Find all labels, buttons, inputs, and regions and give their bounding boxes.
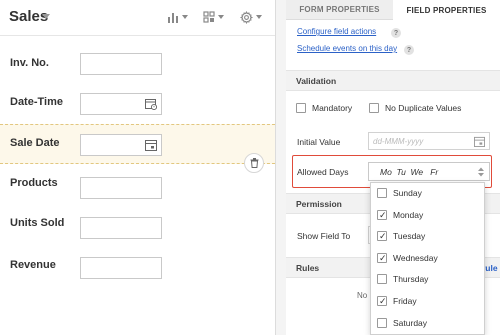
day-checkbox[interactable]: ✓ bbox=[377, 231, 387, 242]
mandatory-checkbox[interactable] bbox=[296, 103, 306, 113]
day-label: Friday bbox=[393, 296, 417, 306]
initial-value-input[interactable]: dd-MMM-yyyy bbox=[368, 132, 490, 150]
field-row-sale-date[interactable]: Sale Date bbox=[0, 124, 275, 164]
day-option-sunday[interactable]: Sunday bbox=[371, 183, 484, 204]
products-input[interactable] bbox=[80, 177, 162, 199]
panel-gutter[interactable] bbox=[276, 0, 286, 335]
inv-no-input[interactable] bbox=[80, 53, 162, 75]
field-label: Sale Date bbox=[10, 137, 60, 149]
units-sold-input[interactable] bbox=[80, 217, 162, 239]
calendar-clock-icon[interactable] bbox=[145, 98, 157, 110]
chevron-down-icon bbox=[256, 15, 262, 19]
initial-value-placeholder: dd-MMM-yyyy bbox=[373, 136, 424, 146]
initial-value-label: Initial Value bbox=[297, 137, 341, 147]
allowed-days-select[interactable]: Mo Tu We Fr bbox=[368, 162, 490, 181]
updown-arrows-icon bbox=[478, 167, 484, 177]
mandatory-label: Mandatory bbox=[312, 103, 353, 113]
day-label: Tuesday bbox=[393, 231, 426, 242]
revenue-input[interactable] bbox=[80, 257, 162, 279]
settings-menu-button[interactable] bbox=[240, 8, 262, 26]
form-canvas: Sales Inv. No. Date-Time Sale Date Produ… bbox=[0, 0, 275, 335]
calendar-icon[interactable] bbox=[474, 136, 485, 147]
no-duplicate-label: No Duplicate Values bbox=[385, 103, 462, 113]
checkmark-icon: ✓ bbox=[379, 231, 387, 242]
day-option-monday[interactable]: ✓ Monday bbox=[371, 205, 484, 226]
day-checkbox[interactable] bbox=[377, 274, 387, 285]
help-icon[interactable]: ? bbox=[404, 45, 414, 55]
chevron-down-icon[interactable] bbox=[42, 14, 50, 19]
form-header: Sales bbox=[0, 0, 275, 36]
field-label: Units Sold bbox=[10, 217, 65, 229]
chevron-down-icon bbox=[218, 15, 224, 19]
configure-field-actions-link[interactable]: Configure field actions bbox=[297, 27, 376, 36]
checkmark-icon: ✓ bbox=[379, 296, 387, 306]
day-checkbox[interactable]: ✓ bbox=[377, 296, 387, 306]
date-time-input[interactable] bbox=[80, 93, 162, 115]
field-label: Date-Time bbox=[10, 96, 63, 108]
day-label: Saturday bbox=[393, 317, 428, 328]
layout-icon bbox=[203, 11, 215, 23]
field-row-units-sold[interactable]: Units Sold bbox=[0, 206, 275, 246]
properties-tabs: FORM PROPERTIES FIELD PROPERTIES bbox=[286, 0, 500, 20]
allowed-days-label: Allowed Days bbox=[297, 167, 349, 177]
checkmark-icon: ✓ bbox=[379, 209, 387, 220]
field-row-date-time[interactable]: Date-Time bbox=[0, 84, 275, 124]
tab-form-properties[interactable]: FORM PROPERTIES bbox=[286, 0, 393, 20]
allowed-days-value: Mo Tu We Fr bbox=[380, 166, 439, 177]
checkmark-icon: ✓ bbox=[379, 252, 387, 263]
properties-panel: FORM PROPERTIES FIELD PROPERTIES Configu… bbox=[286, 0, 500, 335]
field-label: Revenue bbox=[10, 259, 56, 271]
report-menu-button[interactable] bbox=[167, 8, 188, 26]
show-field-to-label: Show Field To bbox=[297, 231, 351, 241]
day-label: Wednesday bbox=[393, 252, 438, 263]
day-label: Sunday bbox=[393, 188, 422, 198]
field-label: Inv. No. bbox=[10, 57, 49, 69]
day-option-saturday[interactable]: Saturday bbox=[371, 313, 484, 334]
field-row-products[interactable]: Products bbox=[0, 166, 275, 206]
bar-chart-icon bbox=[168, 12, 178, 23]
field-row-revenue[interactable]: Revenue bbox=[0, 246, 275, 286]
day-label: Monday bbox=[393, 209, 424, 220]
day-option-wednesday[interactable]: ✓ Wednesday bbox=[371, 248, 484, 269]
field-label: Products bbox=[10, 177, 58, 189]
day-option-tuesday[interactable]: ✓ Tuesday bbox=[371, 226, 484, 247]
day-checkbox[interactable] bbox=[377, 188, 387, 198]
layout-menu-button[interactable] bbox=[203, 8, 224, 26]
schedule-events-link[interactable]: Schedule events on this day bbox=[297, 44, 397, 53]
sale-date-input[interactable] bbox=[80, 134, 162, 156]
day-option-friday[interactable]: ✓ Friday bbox=[371, 291, 484, 312]
chevron-down-icon bbox=[182, 15, 188, 19]
help-icon[interactable]: ? bbox=[391, 28, 401, 38]
day-checkbox[interactable]: ✓ bbox=[377, 252, 387, 263]
day-label: Thursday bbox=[393, 274, 429, 285]
gear-icon bbox=[240, 10, 253, 24]
calendar-icon[interactable] bbox=[145, 139, 157, 151]
no-duplicate-checkbox[interactable] bbox=[369, 103, 379, 113]
rules-empty-text: No bbox=[357, 291, 368, 300]
allowed-days-dropdown: Sunday ✓ Monday ✓ Tuesday ✓ Wednesday Thursday ✓… bbox=[370, 182, 485, 335]
day-option-thursday[interactable]: Thursday bbox=[371, 269, 484, 290]
field-row-inv-no[interactable]: Inv. No. bbox=[0, 44, 275, 84]
day-checkbox[interactable] bbox=[377, 317, 387, 328]
validation-section-header: Validation bbox=[286, 70, 500, 91]
day-checkbox[interactable]: ✓ bbox=[377, 209, 387, 220]
tab-field-properties[interactable]: FIELD PROPERTIES bbox=[393, 0, 500, 20]
